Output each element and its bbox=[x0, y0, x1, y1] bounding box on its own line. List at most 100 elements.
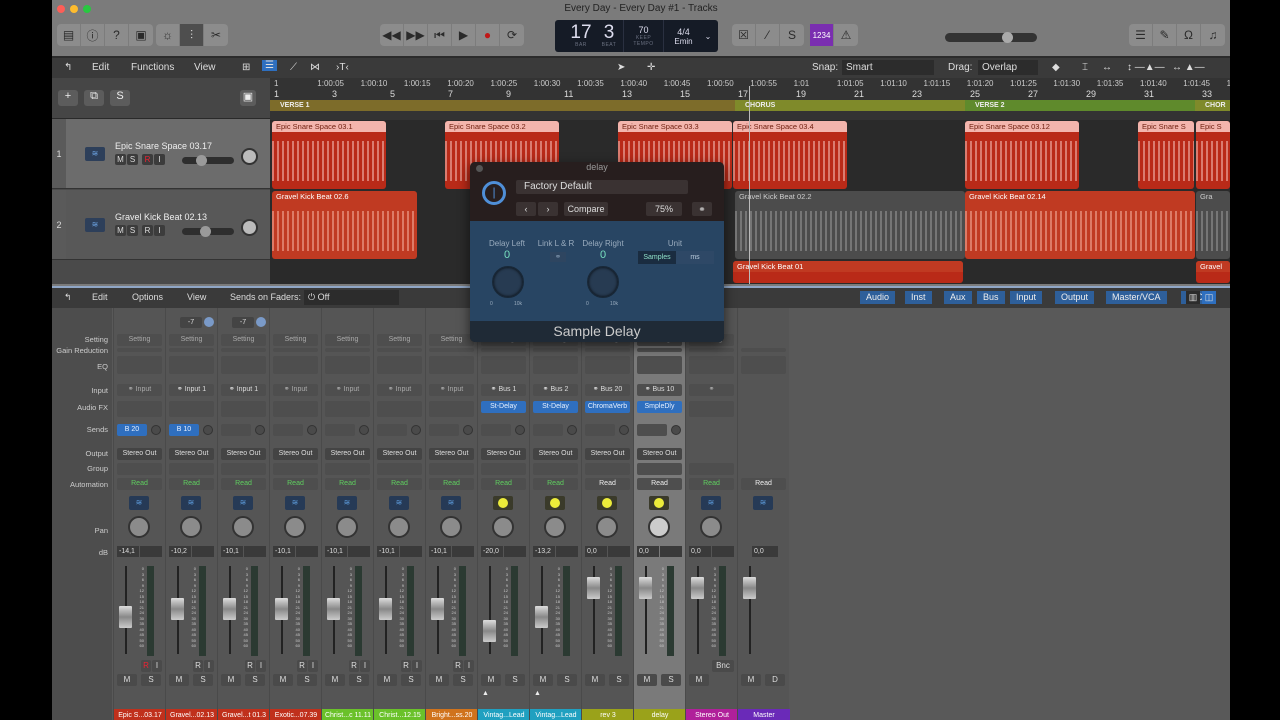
mute-button[interactable]: M bbox=[221, 674, 241, 686]
record-enable-button[interactable]: R bbox=[141, 660, 151, 672]
pan-knob[interactable] bbox=[544, 516, 566, 538]
audio-fx-slot[interactable]: SmpleDly bbox=[637, 401, 682, 413]
fast-forward-icon[interactable]: ▶▶ bbox=[404, 24, 428, 46]
pan-knob[interactable] bbox=[596, 516, 618, 538]
arrange-area[interactable]: Epic Snare Space 03.1 Epic Snare Space 03… bbox=[270, 120, 1230, 284]
edit-menu[interactable]: Edit bbox=[92, 62, 109, 73]
output-slot[interactable]: Stereo Out bbox=[325, 448, 370, 460]
record-enable-button[interactable]: R bbox=[349, 660, 359, 672]
eq-slot[interactable] bbox=[117, 356, 162, 374]
audio-fx-slot[interactable] bbox=[325, 401, 370, 417]
mute-button[interactable]: M bbox=[115, 154, 126, 165]
channel-strip[interactable]: Setting⚭ Read≋0,003691215182124303540455… bbox=[685, 308, 738, 720]
channel-strip[interactable]: Setting⚭ Bus 20ChromaVerbStereo OutRead0… bbox=[581, 308, 634, 720]
output-slot[interactable]: Stereo Out bbox=[585, 448, 630, 460]
metronome-icon[interactable]: ⚠ bbox=[834, 24, 858, 46]
input-slot[interactable]: ⚭ Input bbox=[429, 384, 474, 396]
pan-knob[interactable] bbox=[440, 516, 462, 538]
input-slot[interactable]: ⚭ Input 1 bbox=[221, 384, 266, 396]
pan-knob[interactable] bbox=[336, 516, 358, 538]
lcd-display[interactable]: 17 BAR 3 BEAT 70 KEEP TEMPO 4/4 Emin ⌄ bbox=[555, 20, 718, 52]
track-pan-knob[interactable] bbox=[241, 148, 258, 165]
output-slot[interactable]: Stereo Out bbox=[169, 448, 214, 460]
channel-strip[interactable]: Setting ⚭ Input Stereo Out Read ≋ -10,1 0 3 6 9 12… bbox=[269, 308, 322, 720]
back-icon[interactable]: ↰ bbox=[64, 292, 72, 303]
automation-mode-button[interactable]: Read bbox=[533, 478, 578, 490]
dim-button[interactable]: D bbox=[765, 674, 785, 686]
delay-left-knob[interactable] bbox=[492, 266, 524, 298]
pan-knob[interactable] bbox=[284, 516, 306, 538]
channel-name[interactable]: Christ...c 11.11 bbox=[322, 709, 374, 720]
unit-ms-button[interactable]: ms bbox=[676, 251, 714, 264]
pan-knob[interactable] bbox=[232, 516, 254, 538]
mute-button[interactable]: M bbox=[689, 674, 709, 686]
unit-samples-button[interactable]: Samples bbox=[638, 251, 676, 264]
send-level-knob[interactable] bbox=[567, 425, 577, 435]
filter-bus[interactable]: Bus bbox=[977, 291, 1005, 304]
solo-button[interactable]: S bbox=[193, 674, 213, 686]
inspector-icon[interactable]: ⓘ bbox=[81, 24, 105, 46]
mute-button[interactable]: M bbox=[169, 674, 189, 686]
send-slot[interactable]: B 10 bbox=[169, 424, 199, 436]
channel-strip[interactable]: Setting⚭ Bus 10SmpleDlyStereo OutRead0,0… bbox=[633, 308, 686, 720]
send-slot[interactable] bbox=[273, 424, 303, 436]
record-enable-button[interactable]: R bbox=[453, 660, 463, 672]
send-slot[interactable] bbox=[377, 424, 407, 436]
input-monitor-button[interactable]: I bbox=[464, 660, 474, 672]
channel-name[interactable]: Vintag...Lead bbox=[530, 709, 582, 720]
audio-region[interactable]: Epic Snare Space 03.1 bbox=[272, 121, 386, 189]
filter-output[interactable]: Output bbox=[1055, 291, 1095, 304]
output-slot[interactable]: Stereo Out bbox=[533, 448, 578, 460]
filter-inst[interactable]: Inst bbox=[905, 291, 932, 304]
automation-mode-button[interactable]: Read bbox=[325, 478, 370, 490]
output-slot[interactable]: Stereo Out bbox=[221, 448, 266, 460]
input-slot[interactable]: ⚭ Input 1 bbox=[169, 384, 214, 396]
input-monitor-button[interactable]: I bbox=[204, 660, 214, 672]
global-tracks-icon[interactable]: ▣ bbox=[240, 90, 256, 106]
solo-icon[interactable]: S bbox=[780, 24, 804, 46]
automation-mode-button[interactable]: Read bbox=[637, 478, 682, 490]
mute-button[interactable]: M bbox=[325, 674, 345, 686]
plugin-zoom-select[interactable]: 75% bbox=[646, 202, 682, 216]
eq-slot[interactable] bbox=[377, 356, 422, 374]
audio-region[interactable]: Epic S bbox=[1196, 121, 1230, 189]
automation-mode-button[interactable]: Read bbox=[273, 478, 318, 490]
solo-button[interactable]: S bbox=[141, 674, 161, 686]
send-slot[interactable] bbox=[429, 424, 459, 436]
gain-field[interactable]: -7 bbox=[232, 317, 254, 328]
record-enable-button[interactable]: R bbox=[142, 154, 153, 165]
send-level-knob[interactable] bbox=[515, 425, 525, 435]
output-slot[interactable]: Stereo Out bbox=[429, 448, 474, 460]
input-monitor-button[interactable]: I bbox=[154, 225, 165, 236]
fit-vertical-icon[interactable]: ⌶ bbox=[1082, 62, 1088, 73]
go-to-beginning-icon[interactable]: ⏮ bbox=[428, 24, 452, 46]
eq-slot[interactable] bbox=[481, 356, 526, 374]
automation-mode-button[interactable]: Read bbox=[117, 478, 162, 490]
notepad-icon[interactable]: ✎ bbox=[1153, 24, 1177, 46]
group-slot[interactable] bbox=[429, 463, 474, 475]
volume-fader-cap[interactable] bbox=[483, 619, 496, 642]
channel-strip[interactable]: -7 Setting ⚭ Input 1 Stereo Out Read ≋ -10,1 0 3… bbox=[217, 308, 270, 720]
channel-name[interactable]: Gravel...t 01.3 bbox=[218, 709, 270, 720]
preset-select[interactable]: Factory Default bbox=[516, 180, 688, 194]
send-slot[interactable]: B 20 bbox=[117, 424, 147, 436]
marker-chor[interactable]: CHOR bbox=[1195, 100, 1230, 111]
setting-button[interactable]: Setting bbox=[325, 334, 370, 346]
eq-slot[interactable] bbox=[273, 356, 318, 374]
group-slot[interactable] bbox=[325, 463, 370, 475]
audio-fx-slot[interactable]: ChromaVerb bbox=[585, 401, 630, 413]
compare-button[interactable]: Compare bbox=[564, 202, 608, 216]
solo-button[interactable]: S bbox=[505, 674, 525, 686]
drag-select[interactable]: Overlap bbox=[978, 60, 1038, 75]
send-level-knob[interactable] bbox=[411, 425, 421, 435]
ruler[interactable]: 1 1:00:05 1:00:10 1:00:15 1:00:20 1:00:25 1:00… bbox=[270, 78, 1230, 122]
channel-strip[interactable]: Setting ⚭ Input B 20 Stereo Out Read ≋ -14,1 0 3… bbox=[113, 308, 166, 720]
eq-slot[interactable] bbox=[533, 356, 578, 374]
rewind-icon[interactable]: ◀◀ bbox=[380, 24, 404, 46]
plugin-power-icon[interactable]: | bbox=[482, 181, 506, 205]
toolbar-icon[interactable]: ▣ bbox=[129, 24, 153, 46]
automation-mode-button[interactable]: Read bbox=[585, 478, 630, 490]
catch-icon[interactable]: ›T‹ bbox=[336, 62, 349, 73]
setting-button[interactable]: Setting bbox=[117, 334, 162, 346]
send-slot[interactable] bbox=[325, 424, 355, 436]
